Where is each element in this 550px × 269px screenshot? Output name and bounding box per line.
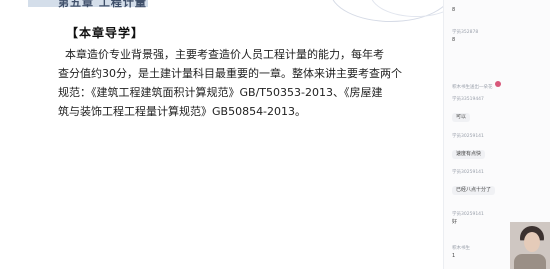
chat-message-text: 8 (452, 7, 456, 13)
chat-message: 学员30259141 速度有点快 (452, 134, 486, 159)
body-line: 筑与装饰工程工程量计算规范》GB50854-2013。 (58, 105, 307, 118)
chat-message: 积木书生 1 (452, 246, 470, 260)
chat-username: 学员33519447 (452, 97, 484, 102)
chapter-title: 第五章 工程计量 (58, 0, 147, 9)
chat-message: 学员30259141 已经八点十分了 (452, 170, 496, 195)
chat-username: 学员30259141 (452, 212, 484, 217)
section-heading: 【本章导学】 (66, 26, 145, 40)
chat-gift-notice: 积木书生送出一朵花 (452, 73, 501, 92)
chat-message: 学员33519447 可以 (452, 97, 484, 122)
chat-message-text: 1 (452, 253, 456, 259)
chat-message-text: 速度有点快 (452, 150, 486, 159)
flower-icon (494, 80, 501, 87)
chat-username: 学员30259141 (452, 134, 484, 139)
chat-message-text: 可以 (452, 113, 471, 122)
section-body: 本章造价专业背景强，主要考查造价人员工程计量的能力，每年考 查分值约30分，是土… (58, 45, 443, 121)
body-line: 本章造价专业背景强，主要考查造价人员工程计量的能力，每年考 (65, 48, 384, 61)
chat-message-text: 8 (452, 37, 456, 43)
chat-message-text: 已经八点十分了 (452, 186, 496, 195)
chat-username: 积木书生 (452, 246, 470, 251)
chat-message-text: 好 (452, 219, 458, 225)
slide-canvas: 第五章 工程计量 【本章导学】 本章造价专业背景强，主要考查造价人员工程计量的能… (0, 0, 443, 269)
body-line: 规范：《建筑工程建筑面积计算规范》GB/T50353-2013、《房屋建 (58, 86, 383, 99)
chat-username: 学员352878 (452, 30, 479, 35)
presenter-body (514, 254, 546, 269)
body-line: 查分值约30分，是土建计量科目最重要的一章。整体来讲主要考查两个 (58, 67, 402, 80)
chat-username: 学员30259141 (452, 170, 484, 175)
chat-username: 积木书生送出一朵花 (452, 85, 493, 90)
chat-message: 学员30259141 好 (452, 212, 484, 226)
chat-message: 学员352878 8 (452, 30, 478, 44)
presenter-face (524, 232, 540, 252)
chat-message: 8 (452, 6, 455, 14)
presenter-video[interactable] (510, 222, 550, 269)
